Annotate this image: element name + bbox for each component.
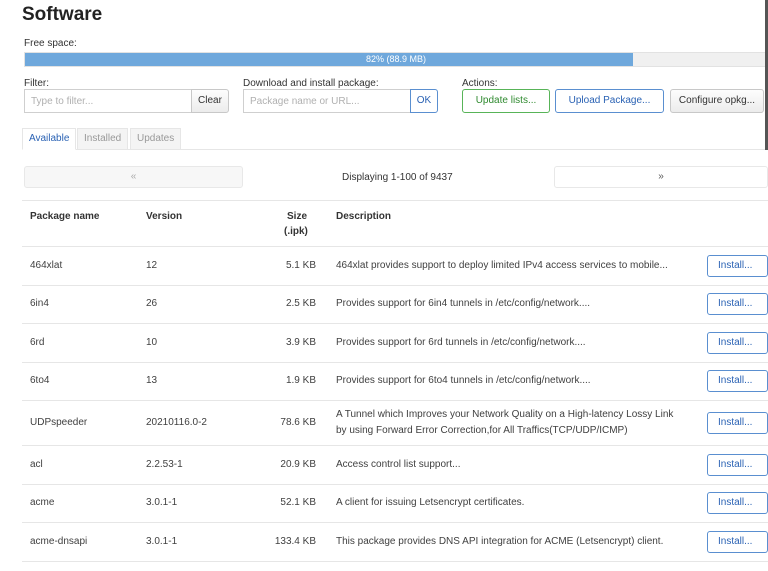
package-size: 133.4 KB	[274, 536, 316, 547]
upload-package-button[interactable]: Upload Package...	[555, 89, 664, 113]
install-button[interactable]: Install...	[707, 531, 768, 553]
package-description: Provides support for 6rd tunnels in /etc…	[336, 337, 586, 348]
package-url-input[interactable]	[243, 89, 411, 113]
package-description: 464xlat provides support to deploy limit…	[336, 260, 668, 271]
package-version: 26	[146, 298, 158, 309]
filter-input[interactable]	[24, 89, 192, 113]
package-description: A Tunnel which Improves your Network Qua…	[336, 409, 674, 420]
prev-page-button[interactable]: «	[24, 166, 243, 188]
ok-button[interactable]: OK	[410, 89, 438, 113]
package-size: 78.6 KB	[280, 417, 316, 428]
table-header-top-border	[22, 200, 768, 201]
package-description: This package provides DNS API integratio…	[336, 536, 664, 547]
row-divider	[22, 323, 768, 324]
package-version: 12	[146, 260, 158, 271]
package-description-line2: by using Forward Error Correction,for Al…	[336, 425, 628, 436]
row-divider	[22, 484, 768, 485]
package-size: 1.9 KB	[285, 375, 316, 386]
header-package-name: Package name	[30, 211, 100, 222]
next-page-button[interactable]: »	[554, 166, 768, 188]
row-divider	[22, 246, 768, 247]
page-title: Software	[22, 4, 103, 25]
install-button[interactable]: Install...	[707, 293, 768, 315]
package-size: 52.1 KB	[280, 497, 316, 508]
package-description: Access control list support...	[336, 459, 461, 470]
free-space-text: 82% (88.9 MB)	[365, 54, 427, 64]
package-description: A client for issuing Letsencrypt certifi…	[336, 497, 525, 508]
package-version: 10	[146, 337, 158, 348]
header-size: Size	[287, 211, 308, 222]
package-name: 6rd	[30, 337, 45, 348]
package-version: 13	[146, 375, 158, 386]
install-button[interactable]: Install...	[707, 332, 768, 354]
row-divider	[22, 285, 768, 286]
configure-opkg-button[interactable]: Configure opkg...	[670, 89, 764, 113]
row-divider	[22, 522, 768, 523]
install-button[interactable]: Install...	[707, 370, 768, 392]
free-space-label: Free space:	[24, 38, 77, 49]
row-divider	[22, 400, 768, 401]
package-version: 3.0.1-1	[146, 536, 178, 547]
tab-updates[interactable]: Updates	[130, 128, 182, 150]
free-space-bar: 82% (88.9 MB)	[24, 52, 768, 67]
package-size: 5.1 KB	[285, 260, 316, 271]
package-name: 6in4	[30, 298, 49, 309]
install-button[interactable]: Install...	[707, 492, 768, 514]
row-divider	[22, 362, 768, 363]
update-lists-button[interactable]: Update lists...	[462, 89, 550, 113]
package-name: acme-dnsapi	[30, 536, 88, 547]
package-name: 464xlat	[30, 260, 63, 271]
pager-status: Displaying 1-100 of 9437	[342, 172, 453, 183]
package-name: 6to4	[30, 375, 50, 386]
package-size: 3.9 KB	[285, 337, 316, 348]
clear-filter-button[interactable]: Clear	[191, 89, 229, 113]
install-button[interactable]: Install...	[707, 412, 768, 434]
package-size: 20.9 KB	[280, 459, 316, 470]
row-divider	[22, 445, 768, 446]
filter-label: Filter:	[24, 78, 49, 89]
package-version: 3.0.1-1	[146, 497, 178, 508]
tab-available[interactable]: Available	[22, 128, 77, 150]
package-name: acl	[30, 459, 43, 470]
header-size-unit: (.ipk)	[284, 226, 308, 237]
tab-installed[interactable]: Installed	[77, 128, 129, 150]
package-version: 2.2.53-1	[146, 459, 183, 470]
header-version: Version	[146, 211, 183, 222]
row-divider	[22, 561, 768, 562]
install-button[interactable]: Install...	[707, 454, 768, 476]
actions-label: Actions:	[462, 78, 498, 89]
download-label: Download and install package:	[243, 78, 379, 89]
package-size: 2.5 KB	[285, 298, 316, 309]
package-description: Provides support for 6in4 tunnels in /et…	[336, 298, 591, 309]
package-version: 20210116.0-2	[146, 417, 207, 428]
header-description: Description	[336, 211, 392, 222]
install-button[interactable]: Install...	[707, 255, 768, 277]
package-name: UDPspeeder	[30, 417, 88, 428]
package-description: Provides support for 6to4 tunnels in /et…	[336, 375, 591, 386]
package-name: acme	[30, 497, 55, 508]
